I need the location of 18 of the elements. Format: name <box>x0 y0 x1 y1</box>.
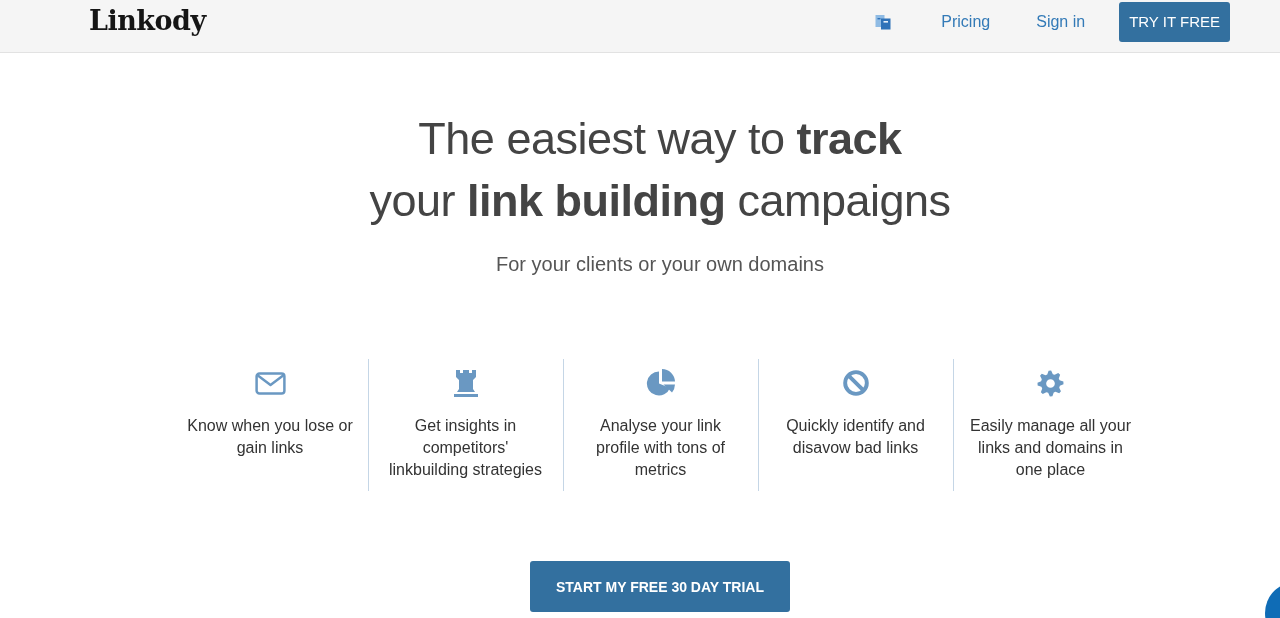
feature-text: Easily manage all your links and domains in one place <box>969 416 1132 480</box>
feature-text: Know when you lose or gain links <box>186 416 354 458</box>
try-free-button[interactable]: TRY IT FREE <box>1119 1 1230 42</box>
feature-text: Analyse your link profile with tons of metrics <box>595 416 726 480</box>
settings-icon <box>1037 369 1064 397</box>
translate-icon[interactable] <box>875 13 892 30</box>
logo[interactable]: Linkody <box>89 5 206 36</box>
nav-link[interactable]: Pricing <box>941 12 991 31</box>
rook-icon <box>452 369 479 397</box>
nav-link[interactable]: Sign in <box>1036 12 1086 31</box>
envelope-icon <box>254 371 286 395</box>
subtitle: For your clients or your own domains <box>495 252 825 277</box>
start-trial-button[interactable]: START MY FREE 30 DAY TRIAL <box>530 561 790 612</box>
pie-chart-icon <box>645 368 676 398</box>
ban-icon <box>842 370 869 396</box>
feature-text: Get insights in competitors' linkbuilding strategies <box>388 416 543 480</box>
feature-text: Quickly identify and disavow bad links <box>785 416 926 458</box>
headline: The easiest way to track your link building campaigns <box>368 112 952 228</box>
